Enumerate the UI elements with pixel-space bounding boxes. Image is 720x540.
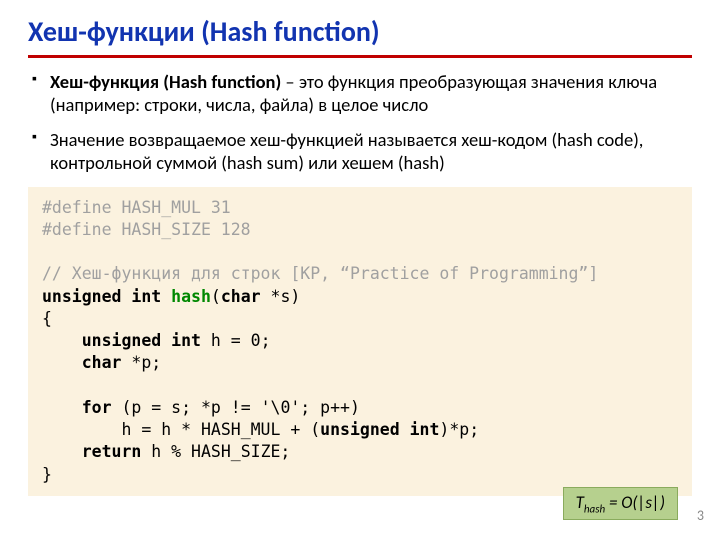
code-line-8-rest: *p; bbox=[122, 353, 162, 372]
bullet-2: Значение возвращаемое хеш-функцией назыв… bbox=[28, 128, 692, 174]
code-line-7-indent bbox=[42, 331, 82, 350]
code-line-12-kw: return bbox=[82, 442, 142, 461]
code-block: #define HASH_MUL 31 #define HASH_SIZE 12… bbox=[28, 187, 692, 496]
code-line-11-rest2: )*p; bbox=[439, 420, 479, 439]
complexity-sub: hash bbox=[584, 502, 605, 515]
code-line-8-indent bbox=[42, 353, 82, 372]
code-line-5-fn: hash bbox=[161, 287, 211, 306]
code-line-7-rest: h = 0; bbox=[201, 331, 271, 350]
bullet-1-bold: Хеш-функция (Hash function) bbox=[50, 70, 281, 93]
code-line-12-indent bbox=[42, 442, 82, 461]
title-divider bbox=[28, 55, 692, 58]
code-line-10-indent bbox=[42, 398, 82, 417]
code-line-7-kw: unsigned int bbox=[82, 331, 201, 350]
code-line-8-kw: char bbox=[82, 353, 122, 372]
slide: Хеш-функции (Hash function) Хеш-функция … bbox=[0, 0, 720, 540]
code-line-5-rest2: *s) bbox=[261, 287, 301, 306]
code-line-11-kw: unsigned int bbox=[320, 420, 439, 439]
code-line-5-rest: ( bbox=[211, 287, 221, 306]
code-line-11-indent bbox=[42, 420, 121, 439]
complexity-eq: = O(|s|) bbox=[605, 492, 665, 513]
code-line-2: #define HASH_SIZE 128 bbox=[42, 220, 251, 239]
slide-title: Хеш-функции (Hash function) bbox=[28, 14, 692, 49]
code-line-11-rest1: h = h * HASH_MUL + ( bbox=[121, 420, 320, 439]
bullet-1: Хеш-функция (Hash function) – это функци… bbox=[28, 70, 692, 116]
complexity-T: T bbox=[576, 492, 584, 513]
code-line-1: #define HASH_MUL 31 bbox=[42, 198, 231, 217]
code-line-5-kw2: char bbox=[221, 287, 261, 306]
code-line-10-rest: (p = s; *p != '\0'; p++) bbox=[112, 398, 360, 417]
complexity-badge: Thash = O(|s|) bbox=[563, 487, 678, 520]
code-line-12-rest: h % HASH_SIZE; bbox=[141, 442, 290, 461]
page-number: 3 bbox=[697, 507, 704, 524]
bullet-list: Хеш-функция (Hash function) – это функци… bbox=[28, 70, 692, 175]
code-line-10-kw: for bbox=[82, 398, 112, 417]
code-line-13: } bbox=[42, 465, 52, 484]
code-line-6: { bbox=[42, 309, 52, 328]
code-line-5-kw1: unsigned int bbox=[42, 287, 161, 306]
code-line-4-comment: // Хеш-функция для строк [KP, “Practice … bbox=[42, 264, 598, 283]
